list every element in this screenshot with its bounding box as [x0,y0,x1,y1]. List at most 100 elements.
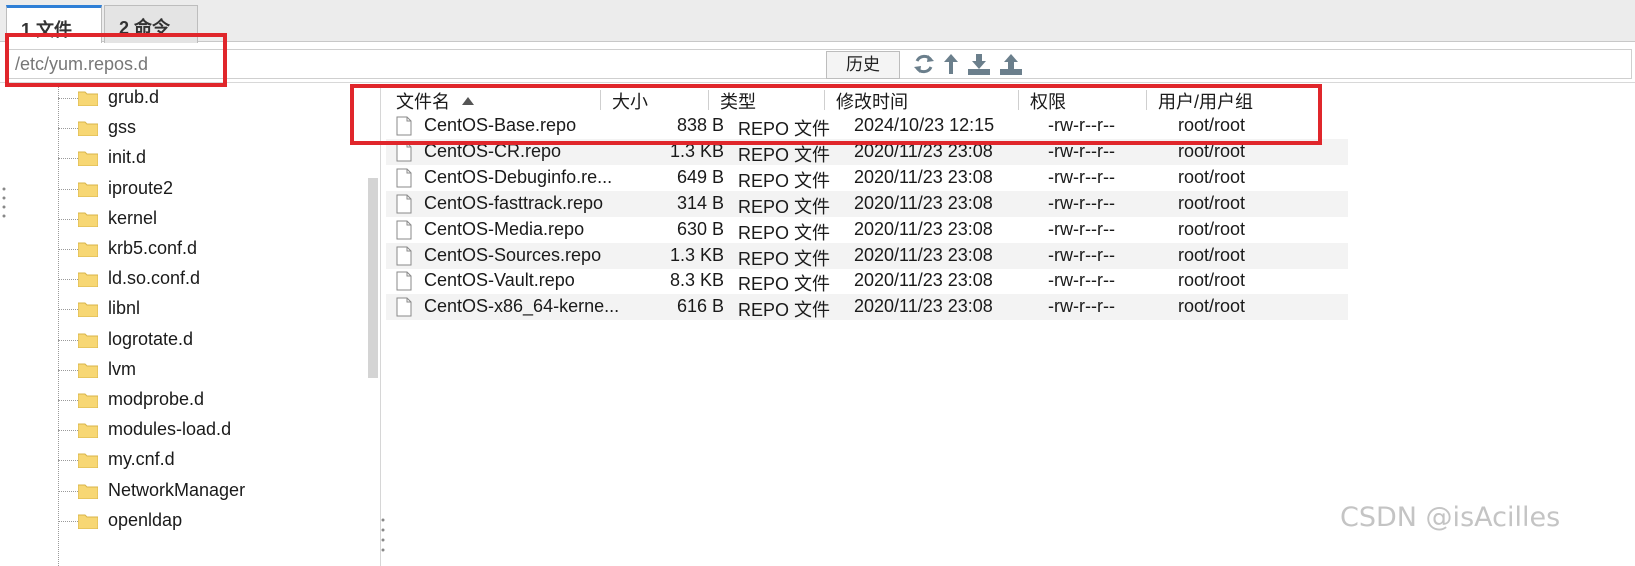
file-type: REPO 文件 [738,274,831,294]
tree-item-label: logrotate.d [108,329,194,349]
tree-item[interactable]: my.cnf.d [0,446,360,476]
tree-connector [58,249,78,250]
file-row[interactable]: CentOS-Vault.repo 8.3 KB REPO 文件 2020/11/23… [386,268,1348,294]
tree-item-label: lvm [108,359,136,379]
tree-connector [58,219,78,220]
tree-item[interactable]: kernel [0,205,360,235]
file-row[interactable]: CentOS-Media.repo 630 B REPO 文件 2020/11/23 … [386,217,1348,243]
file-icon [396,271,412,291]
file-size: 616 B [676,296,724,316]
file-permissions: -rw-r--r-- [1048,219,1115,239]
panel-splitter-grip[interactable] [381,516,385,556]
tree-item[interactable]: krb5.conf.d [0,235,360,265]
folder-icon [78,363,98,378]
file-icon [396,168,412,188]
folder-icon [78,121,98,136]
tree-item[interactable]: init.d [0,144,360,174]
tree-item-label: iproute2 [108,178,174,198]
file-size: 314 B [676,193,724,213]
file-icon [396,297,412,317]
folder-icon [78,453,98,468]
tree-item[interactable]: libnl [0,295,360,325]
file-row[interactable]: CentOS-Sources.repo 1.3 KB REPO 文件 2020/11/… [386,243,1348,269]
file-type: REPO 文件 [738,171,831,191]
folder-icon [78,514,98,529]
file-permissions: -rw-r--r-- [1048,167,1115,187]
tree-connector [58,158,78,159]
tree-item[interactable]: ld.so.conf.d [0,265,360,295]
tree-connector [58,491,78,492]
file-name: CentOS-fasttrack.repo [424,193,604,213]
refresh-icon[interactable] [912,51,936,77]
tree-connector [58,460,78,461]
tree-item[interactable]: grub.d [0,84,360,114]
folder-icon [78,272,98,287]
file-list: 文件名 大小 类型 修改时间 权限 用户/用户组 CentOS-Base.rep… [386,84,1635,566]
file-permissions: -rw-r--r-- [1048,193,1115,213]
folder-icon [78,91,98,106]
tree-item-label: krb5.conf.d [108,238,198,258]
file-icon [396,142,412,162]
file-type: REPO 文件 [738,223,831,243]
file-name: CentOS-Sources.repo [424,245,602,265]
tree-item[interactable]: lvm [0,356,360,386]
watermark: CSDN @isAcilles [1340,502,1561,533]
file-owner: root/root [1178,270,1246,290]
file-icon [396,246,412,266]
tree-item[interactable]: logrotate.d [0,326,360,356]
upload-icon[interactable] [998,51,1024,77]
file-size: 8.3 KB [669,270,724,290]
file-permissions: -rw-r--r-- [1048,245,1115,265]
file-row[interactable]: CentOS-Debuginfo.re... 649 B REPO 文件 2020/1… [386,165,1348,191]
tree-item[interactable]: iproute2 [0,175,360,205]
file-size: 1.3 KB [669,245,724,265]
folder-icon [78,393,98,408]
path-toolbar: 历史 [0,43,1635,83]
tree-item-label: modprobe.d [108,389,205,409]
file-name: CentOS-Vault.repo [424,270,575,290]
path-input[interactable] [8,49,1632,79]
tree-item-label: gss [108,117,137,137]
up-arrow-icon[interactable] [942,51,960,77]
tree-connector [58,189,78,190]
tree-item-label: libnl [108,298,141,318]
tree-item-label: init.d [108,147,147,167]
history-button[interactable]: 历史 [826,51,900,79]
tree-item[interactable]: openldap [0,507,360,537]
tree-item-label: ld.so.conf.d [108,268,201,288]
file-type: REPO 文件 [738,300,831,320]
file-owner: root/root [1178,167,1246,187]
file-modified: 2020/11/23 23:08 [854,270,993,290]
file-owner: root/root [1178,296,1246,316]
tree-item[interactable]: gss [0,114,360,144]
tree-scrollbar[interactable] [368,178,378,378]
file-name: CentOS-x86_64-kerne... [424,296,620,316]
folder-icon [78,333,98,348]
tree-item-label: kernel [108,208,158,228]
folder-icon [78,151,98,166]
file-row[interactable]: CentOS-fasttrack.repo 314 B REPO 文件 2020/11… [386,191,1348,217]
tree-connector [58,521,78,522]
folder-icon [78,182,98,197]
tree-connector [58,430,78,431]
download-icon[interactable] [966,51,992,77]
tree-connector [58,279,78,280]
file-modified: 2020/11/23 23:08 [854,193,993,213]
tree-connector [58,340,78,341]
tree-item[interactable]: modprobe.d [0,386,360,416]
tree-item[interactable]: NetworkManager [0,477,360,507]
tree-item[interactable]: modules-load.d [0,416,360,446]
tree-item-label: openldap [108,510,183,530]
annotation-box-path [5,33,227,87]
folder-icon [78,242,98,257]
folder-icon [78,302,98,317]
tree-connector [58,400,78,401]
tree-connector [58,309,78,310]
annotation-box-header-row [350,84,1322,145]
folder-icon [78,423,98,438]
file-owner: root/root [1178,245,1246,265]
file-name: CentOS-Debuginfo.re... [424,167,613,187]
file-permissions: -rw-r--r-- [1048,296,1115,316]
file-modified: 2020/11/23 23:08 [854,167,993,187]
file-row[interactable]: CentOS-x86_64-kerne... 616 B REPO 文件 2020/1… [386,294,1348,320]
